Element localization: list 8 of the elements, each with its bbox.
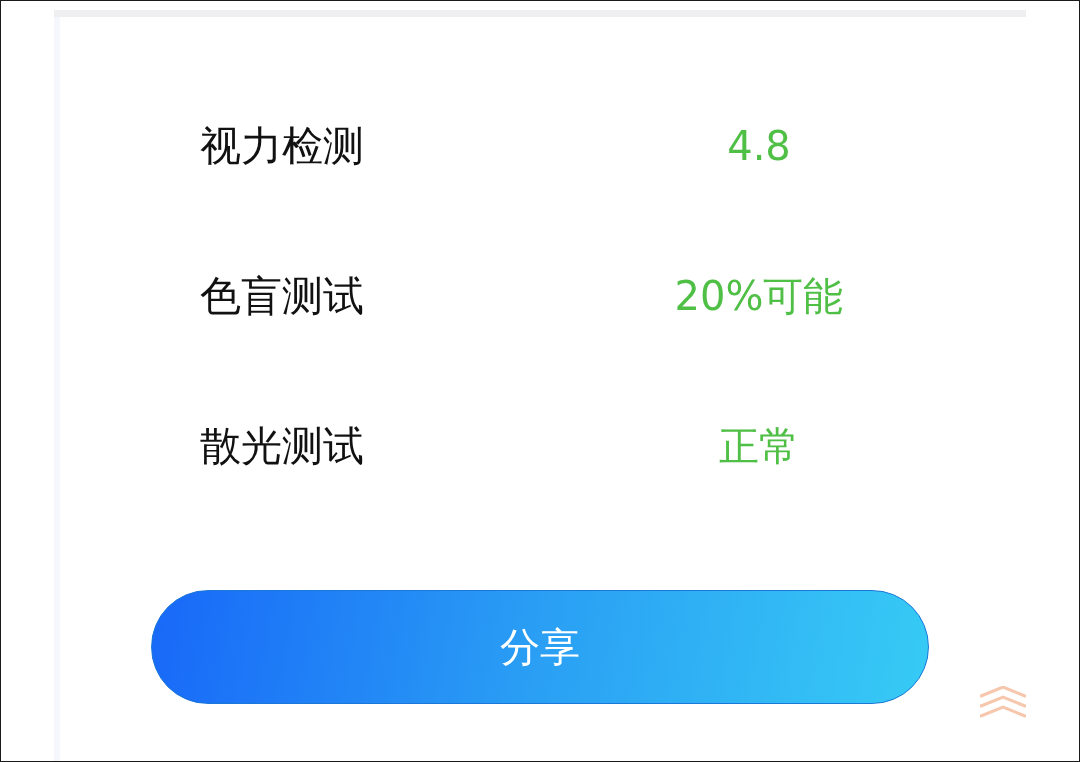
result-label: 散光测试 bbox=[200, 420, 364, 472]
result-label: 色盲测试 bbox=[200, 270, 364, 322]
result-label: 视力检测 bbox=[200, 120, 364, 172]
result-value: 20%可能 bbox=[674, 271, 844, 321]
result-value: 正常 bbox=[719, 421, 799, 471]
chevrons-up-icon[interactable] bbox=[980, 686, 1026, 720]
share-button[interactable]: 分享 bbox=[151, 590, 929, 704]
result-value: 4.8 bbox=[727, 123, 791, 169]
